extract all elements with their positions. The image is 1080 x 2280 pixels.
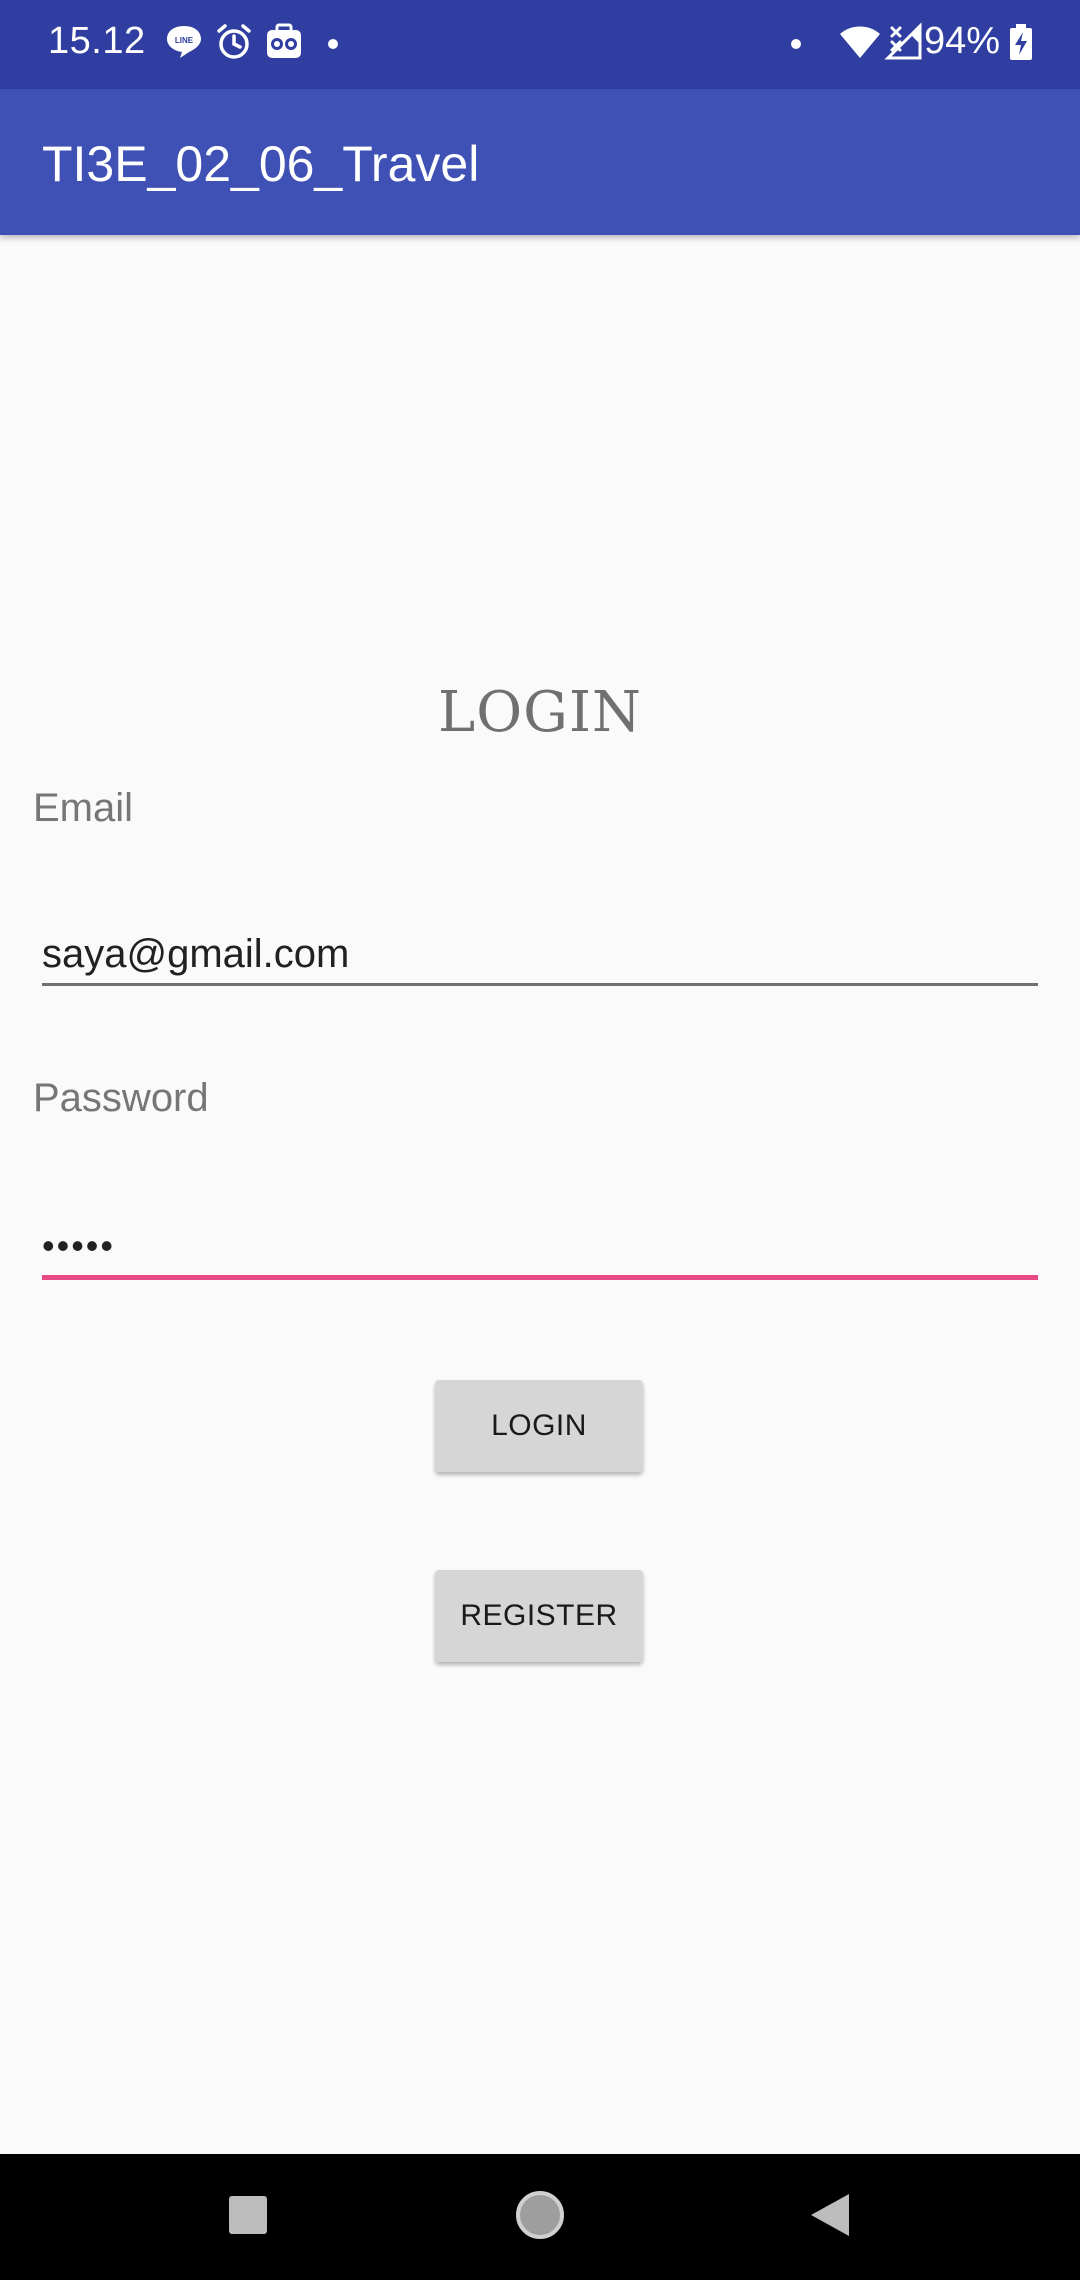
home-button[interactable]: [480, 2154, 600, 2280]
tripadvisor-icon: [264, 22, 304, 62]
back-icon: [809, 2192, 851, 2243]
wifi-icon: [838, 22, 882, 62]
email-underline: [42, 983, 1038, 986]
notification-dot-icon: [791, 39, 801, 49]
app-title: TI3E_02_06_Travel: [42, 136, 480, 192]
notification-dot-icon: [328, 39, 338, 49]
navigation-bar: [0, 2154, 1080, 2280]
password-underline: [42, 1275, 1038, 1280]
line-icon: LINE: [164, 22, 204, 62]
back-button[interactable]: [770, 2154, 890, 2280]
alarm-icon: [214, 22, 254, 62]
signal-off-icon: [884, 22, 924, 62]
battery-charging-icon: [1008, 22, 1034, 62]
register-button[interactable]: REGISTER: [435, 1570, 643, 1662]
email-field[interactable]: [42, 914, 1038, 994]
app-toolbar: TI3E_02_06_Travel: [0, 89, 1080, 235]
email-label: Email: [33, 786, 134, 830]
battery-percent: 94%: [923, 20, 1000, 62]
status-bar: 15.12 LINE 94%: [0, 0, 1080, 89]
svg-text:LINE: LINE: [175, 36, 194, 45]
password-field[interactable]: •••••: [42, 1206, 1038, 1286]
status-time: 15.12: [48, 20, 146, 62]
password-label: Password: [33, 1076, 209, 1120]
home-icon: [515, 2190, 565, 2245]
login-heading: LOGIN: [438, 680, 642, 745]
recents-icon: [228, 2195, 268, 2240]
recents-button[interactable]: [188, 2154, 308, 2280]
login-button[interactable]: LOGIN: [435, 1380, 643, 1472]
